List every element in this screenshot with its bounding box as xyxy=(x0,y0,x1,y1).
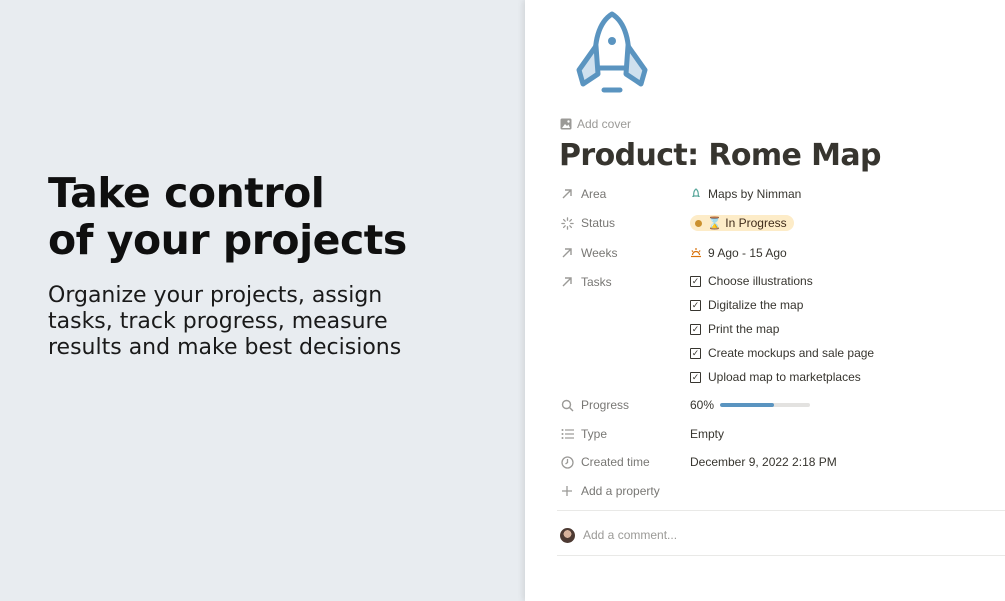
property-type: Type Empty xyxy=(560,422,1000,446)
hero-headline-line2: of your projects xyxy=(48,216,407,264)
checkbox-checked-icon[interactable]: ✓ xyxy=(690,323,701,335)
plus-icon xyxy=(560,484,574,498)
page-title[interactable]: Product: Rome Map xyxy=(559,138,882,173)
divider xyxy=(557,510,1005,511)
property-tasks-name: Tasks xyxy=(581,275,612,289)
property-weeks-value[interactable]: 9 Ago - 15 Ago xyxy=(690,241,787,265)
property-progress: Progress 60% xyxy=(560,393,1000,417)
checkbox-checked-icon[interactable]: ✓ xyxy=(690,275,701,287)
sunrise-icon xyxy=(691,248,701,258)
task-item[interactable]: ✓ Digitalize the map xyxy=(690,294,803,316)
hero-headline-line1: Take control xyxy=(48,169,325,217)
divider xyxy=(557,555,1005,556)
progress-percent: 60% xyxy=(690,398,715,412)
comment-input[interactable]: Add a comment... xyxy=(560,523,677,547)
property-weeks-label[interactable]: Weeks xyxy=(560,241,617,265)
avatar xyxy=(560,527,575,543)
task-item[interactable]: ✓ Print the map xyxy=(690,318,779,340)
task-item[interactable]: ✓ Create mockups and sale page xyxy=(690,342,874,364)
property-progress-name: Progress xyxy=(581,398,630,412)
rocket-icon[interactable] xyxy=(573,10,651,96)
add-cover-label: Add cover xyxy=(577,117,632,131)
task-label: Upload map to marketplaces xyxy=(708,370,861,384)
task-item[interactable]: ✓ Upload map to marketplaces xyxy=(690,366,861,388)
add-property-row[interactable]: Add a property xyxy=(560,479,1000,503)
property-area-name: Area xyxy=(581,187,607,201)
arrow-up-right-icon xyxy=(560,187,574,201)
task-label: Choose illustrations xyxy=(708,274,813,288)
property-created-time-label[interactable]: Created time xyxy=(560,450,650,474)
status-badge: ⌛ In Progress xyxy=(690,215,794,231)
task-label: Create mockups and sale page xyxy=(708,346,875,360)
checkbox-checked-icon[interactable]: ✓ xyxy=(690,371,701,383)
rocket-icon xyxy=(692,188,700,197)
property-area-label[interactable]: Area xyxy=(560,182,606,206)
property-type-name: Type xyxy=(581,427,608,441)
property-status-name: Status xyxy=(581,216,616,230)
hero-headline: Take control of your projects xyxy=(48,170,407,264)
property-created-time-value: December 9, 2022 2:18 PM xyxy=(690,455,837,469)
weeks-link-text: 9 Ago - 15 Ago xyxy=(708,246,787,260)
checkbox-checked-icon[interactable]: ✓ xyxy=(690,299,701,311)
image-icon xyxy=(560,118,572,130)
loading-spinner-icon xyxy=(560,216,574,230)
notion-page: Add cover Product: Rome Map Area Maps by… xyxy=(525,0,1005,601)
property-area-value[interactable]: Maps by Nimman xyxy=(690,182,801,206)
hero-subtext: Organize your projects, assign tasks, tr… xyxy=(48,283,402,360)
add-cover-button[interactable]: Add cover xyxy=(560,117,631,131)
area-link-text: Maps by Nimman xyxy=(708,187,802,201)
property-progress-label[interactable]: Progress xyxy=(560,393,629,417)
add-property-label: Add a property xyxy=(581,484,660,498)
progress-bar xyxy=(720,403,811,407)
property-weeks: Weeks 9 Ago - 15 Ago xyxy=(560,241,1000,265)
property-weeks-name: Weeks xyxy=(581,246,618,260)
property-type-label[interactable]: Type xyxy=(560,422,607,446)
progress-bar-fill xyxy=(720,403,775,407)
clock-icon xyxy=(560,455,574,469)
property-status-label[interactable]: Status xyxy=(560,211,615,235)
hero-panel: Take control of your projects Organize y… xyxy=(0,0,525,601)
task-label: Digitalize the map xyxy=(708,298,804,312)
add-property-button[interactable]: Add a property xyxy=(560,479,660,503)
property-status: Status ⌛ In Progress xyxy=(560,211,1000,235)
property-created-time: Created time December 9, 2022 2:18 PM xyxy=(560,450,1000,474)
property-tasks-label[interactable]: Tasks xyxy=(560,270,612,294)
property-type-value[interactable]: Empty xyxy=(690,422,724,446)
status-dot xyxy=(695,219,702,227)
checkbox-checked-icon[interactable]: ✓ xyxy=(690,347,701,359)
arrow-up-right-icon xyxy=(560,275,574,289)
comment-placeholder: Add a comment... xyxy=(583,528,678,542)
list-icon xyxy=(560,427,574,441)
status-text: ⌛ In Progress xyxy=(707,216,787,230)
task-item[interactable]: ✓ Choose illustrations xyxy=(690,270,813,292)
arrow-up-right-icon xyxy=(560,246,574,260)
search-icon xyxy=(560,398,574,412)
task-label: Print the map xyxy=(708,322,780,336)
property-area: Area Maps by Nimman xyxy=(560,182,1000,206)
property-status-value[interactable]: ⌛ In Progress xyxy=(690,211,794,235)
property-created-time-name: Created time xyxy=(581,455,650,469)
property-progress-value: 60% xyxy=(690,393,811,417)
